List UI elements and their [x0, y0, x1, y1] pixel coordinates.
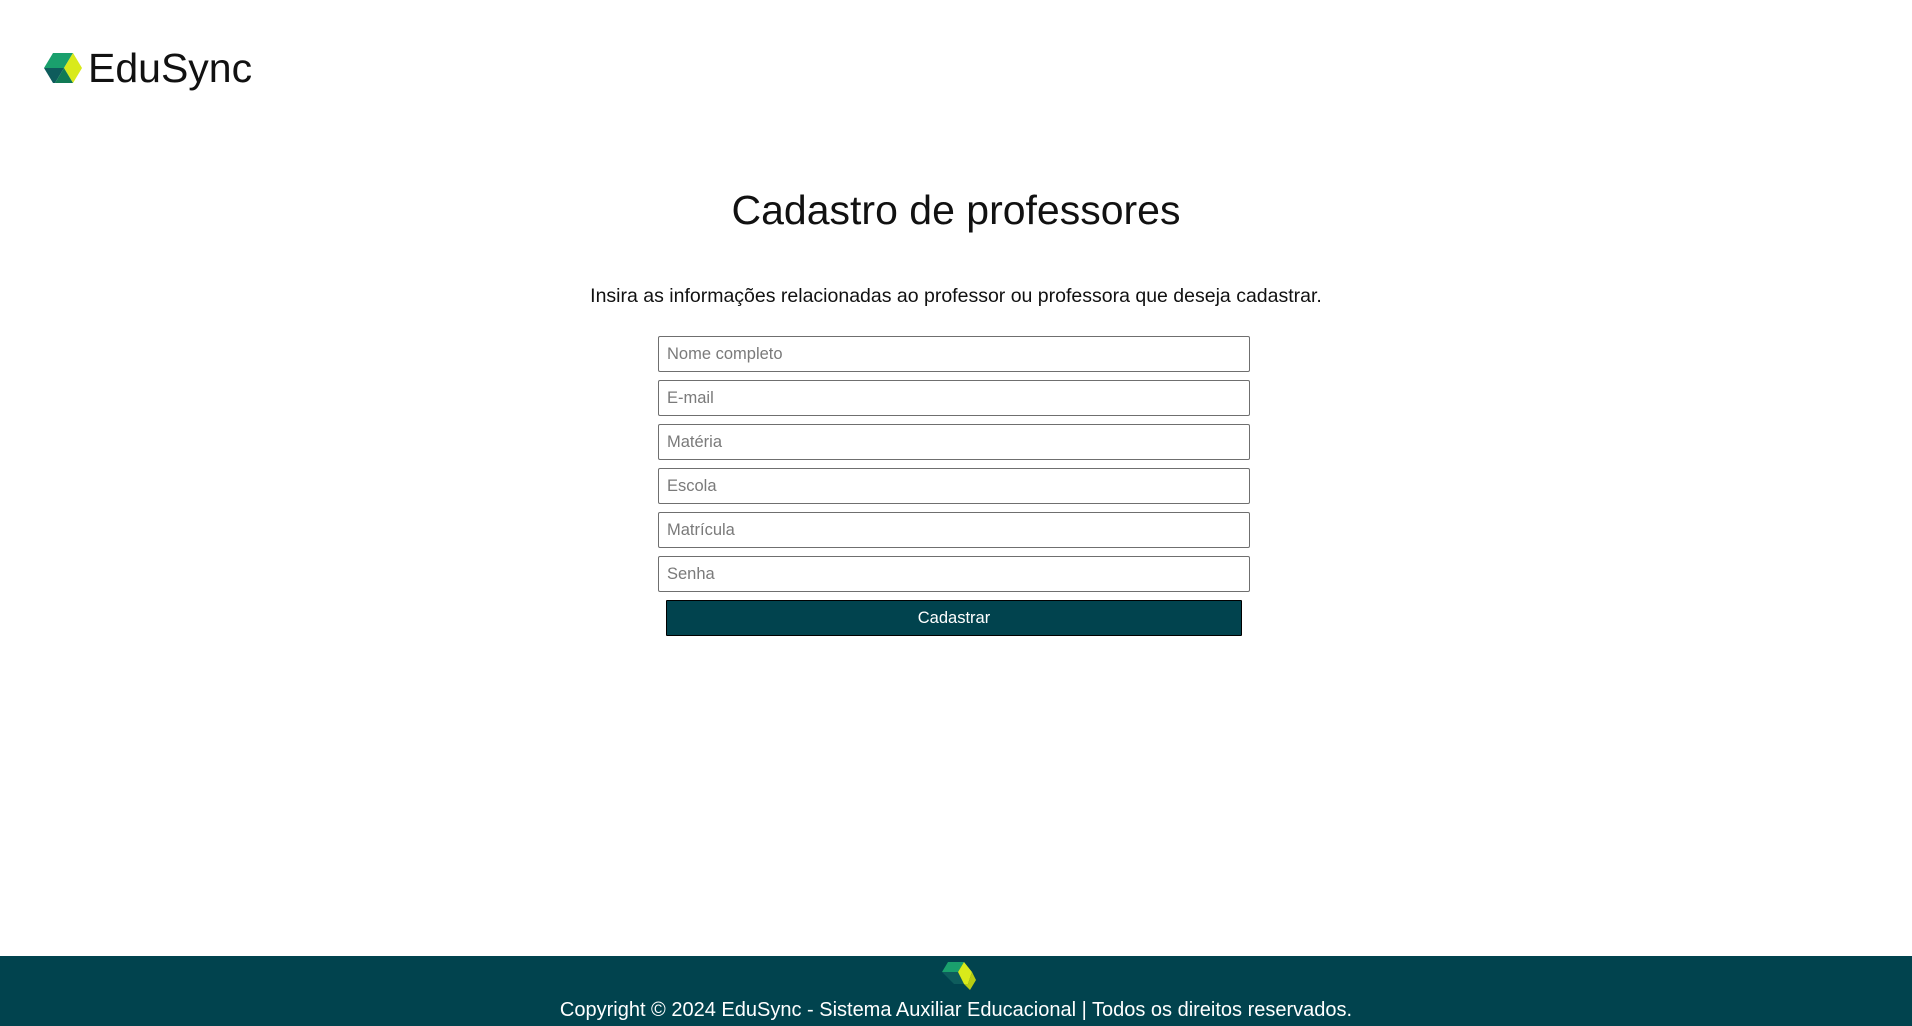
school-input[interactable] — [658, 468, 1250, 504]
page: EduSync Cadastro de professores Insira a… — [0, 0, 1912, 1026]
teacher-registration-form: Cadastrar — [658, 336, 1250, 636]
register-button[interactable]: Cadastrar — [666, 600, 1242, 636]
page-title: Cadastro de professores — [731, 187, 1181, 233]
email-input[interactable] — [658, 380, 1250, 416]
page-subtitle: Insira as informações relacionadas ao pr… — [590, 285, 1322, 307]
header: EduSync — [44, 44, 252, 92]
edusync-logo-icon — [44, 53, 82, 83]
footer: Copyright © 2024 EduSync - Sistema Auxil… — [0, 956, 1912, 1026]
edusync-logo-icon — [942, 962, 976, 990]
password-input[interactable] — [658, 556, 1250, 592]
copyright-text: Copyright © 2024 EduSync - Sistema Auxil… — [559, 999, 1353, 1021]
subject-input[interactable] — [658, 424, 1250, 460]
full-name-input[interactable] — [658, 336, 1250, 372]
registration-number-input[interactable] — [658, 512, 1250, 548]
brand-name: EduSync — [88, 44, 253, 91]
